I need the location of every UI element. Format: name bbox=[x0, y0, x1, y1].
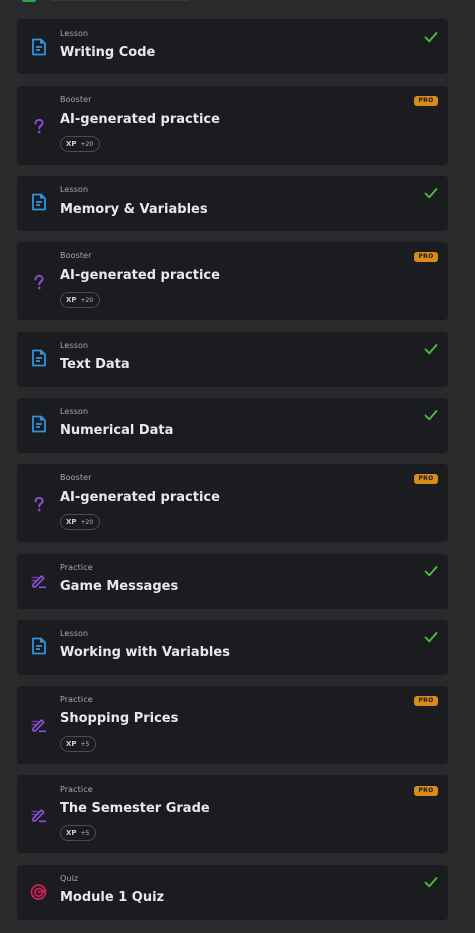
list-item-lesson[interactable]: Lesson Numerical Data bbox=[17, 398, 448, 453]
question-mark-icon bbox=[34, 496, 44, 512]
list-item-practice[interactable]: Practice Game Messages bbox=[17, 554, 448, 609]
pencil-edit-icon bbox=[31, 809, 47, 823]
check-icon bbox=[424, 410, 438, 421]
check-icon bbox=[424, 566, 438, 577]
pencil-edit-icon bbox=[31, 575, 47, 589]
pencil-edit-icon bbox=[31, 719, 47, 733]
item-kind: Lesson bbox=[60, 407, 89, 416]
pro-badge: PRO bbox=[414, 96, 438, 106]
list-item-practice[interactable]: Practice Shopping Prices PRO XP +5 bbox=[17, 686, 448, 764]
list-item-booster[interactable]: Booster AI-generated practice PRO XP +20 bbox=[17, 86, 448, 165]
list-item-practice[interactable]: Practice The Semester Grade PRO XP +5 bbox=[17, 775, 448, 853]
item-kind: Lesson bbox=[60, 185, 89, 194]
check-icon bbox=[424, 877, 438, 888]
item-title: AI-generated practice bbox=[60, 112, 220, 127]
item-title: Shopping Prices bbox=[60, 711, 179, 726]
item-title: AI-generated practice bbox=[60, 268, 220, 283]
check-icon bbox=[424, 632, 438, 643]
list-item-lesson[interactable]: Lesson Writing Code bbox=[17, 19, 448, 74]
module-item-list: Lesson Writing Code Booster AI-generated… bbox=[0, 0, 475, 933]
xp-label: XP bbox=[66, 140, 77, 148]
list-item-lesson[interactable]: Lesson Memory & Variables bbox=[17, 176, 448, 231]
xp-chip: XP +20 bbox=[60, 136, 101, 152]
module-header-fragment bbox=[50, 0, 190, 1]
item-title: AI-generated practice bbox=[60, 490, 220, 505]
xp-label: XP bbox=[66, 296, 77, 304]
item-kind: Practice bbox=[60, 695, 93, 704]
check-icon bbox=[424, 188, 438, 199]
item-title: Working with Variables bbox=[60, 645, 230, 660]
lesson-document-icon bbox=[32, 38, 46, 56]
xp-value: +5 bbox=[80, 741, 90, 748]
item-kind: Practice bbox=[60, 785, 93, 794]
item-kind: Booster bbox=[60, 251, 92, 260]
xp-label: XP bbox=[66, 518, 77, 526]
item-title: Writing Code bbox=[60, 45, 156, 60]
item-title: Module 1 Quiz bbox=[60, 890, 165, 905]
pro-badge: PRO bbox=[414, 786, 438, 796]
lesson-document-icon bbox=[32, 637, 46, 655]
xp-chip: XP +20 bbox=[60, 292, 101, 308]
item-title: The Semester Grade bbox=[60, 801, 210, 816]
list-item-booster[interactable]: Booster AI-generated practice PRO XP +20 bbox=[17, 464, 448, 542]
lesson-document-icon bbox=[32, 193, 46, 211]
check-icon bbox=[424, 32, 438, 43]
xp-chip: XP +5 bbox=[60, 825, 97, 841]
xp-label: XP bbox=[66, 740, 77, 748]
xp-value: +20 bbox=[80, 141, 94, 148]
xp-chip: XP +20 bbox=[60, 514, 101, 530]
pro-badge: PRO bbox=[414, 252, 438, 262]
list-item-booster[interactable]: Booster AI-generated practice PRO XP +20 bbox=[17, 242, 448, 320]
question-mark-icon bbox=[34, 118, 44, 134]
module-progress-icon bbox=[22, 0, 36, 2]
pro-badge: PRO bbox=[414, 474, 438, 484]
item-kind: Lesson bbox=[60, 29, 89, 38]
list-item-quiz[interactable]: Quiz Module 1 Quiz bbox=[17, 865, 448, 920]
item-title: Game Messages bbox=[60, 579, 179, 594]
xp-chip: XP +5 bbox=[60, 736, 97, 752]
lesson-document-icon bbox=[32, 415, 46, 433]
item-kind: Booster bbox=[60, 95, 92, 104]
item-title: Memory & Variables bbox=[60, 202, 208, 217]
item-kind: Practice bbox=[60, 563, 93, 572]
item-kind: Lesson bbox=[60, 341, 89, 350]
item-kind: Quiz bbox=[60, 874, 79, 883]
xp-value: +20 bbox=[80, 297, 94, 304]
check-icon bbox=[424, 344, 438, 355]
list-item-lesson[interactable]: Lesson Text Data bbox=[17, 332, 448, 387]
item-title: Text Data bbox=[60, 357, 130, 372]
item-title: Numerical Data bbox=[60, 423, 174, 438]
lesson-document-icon bbox=[32, 349, 46, 367]
pro-badge: PRO bbox=[414, 696, 438, 706]
xp-value: +5 bbox=[80, 830, 90, 837]
list-item-lesson[interactable]: Lesson Working with Variables bbox=[17, 620, 448, 675]
xp-value: +20 bbox=[80, 519, 94, 526]
item-kind: Booster bbox=[60, 473, 92, 482]
item-kind: Lesson bbox=[60, 629, 89, 638]
target-icon bbox=[30, 884, 47, 900]
xp-label: XP bbox=[66, 829, 77, 837]
question-mark-icon bbox=[34, 274, 44, 290]
